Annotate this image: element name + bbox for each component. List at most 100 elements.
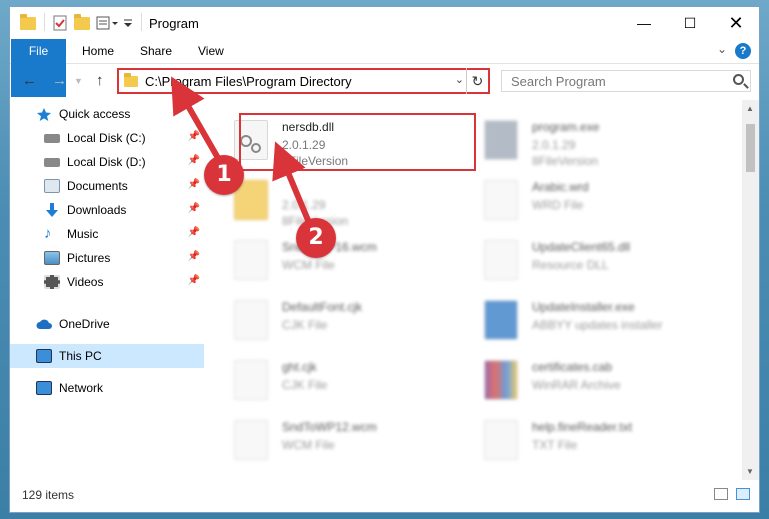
sidebar-item-onedrive[interactable]: OneDrive [10, 312, 204, 336]
file-item[interactable]: ght.cjk CJK File [214, 352, 469, 410]
recent-locations-icon[interactable]: ▼ [74, 76, 83, 86]
up-icon[interactable]: ↑ [96, 72, 104, 89]
pin-icon[interactable]: 📌 [188, 131, 200, 142]
sidebar-item-this-pc[interactable]: This PC [10, 344, 204, 368]
file-name: nersdb.dll [282, 120, 335, 134]
item-count: 129 items [22, 488, 75, 502]
file-item[interactable]: SndToWP16.wcm WCM File [214, 232, 469, 290]
address-bar[interactable]: C:\Program Files\Program Directory ⌄ ↻ [117, 68, 490, 94]
sidebar-item-pictures[interactable]: Pictures 📌 [10, 246, 204, 270]
properties-icon[interactable] [52, 15, 68, 31]
window-title: Program [149, 16, 199, 31]
divider [141, 13, 142, 31]
pin-icon[interactable]: 📌 [188, 251, 200, 262]
sidebar-item-local-disk-c[interactable]: Local Disk (C:) 📌 [10, 126, 204, 150]
quick-access-dropdown-icon[interactable] [122, 15, 134, 31]
file-item[interactable]: UpdateClient65.dll Resource DLL [464, 232, 719, 290]
navigation-pane: Quick access Local Disk (C:) 📌 Local Dis… [10, 100, 206, 480]
search-icon[interactable] [733, 74, 744, 85]
refresh-icon[interactable]: ↻ [466, 68, 488, 94]
file-version: 2.0.1.29 [532, 138, 576, 152]
file-name: help.fineReader.txt [532, 420, 633, 434]
details-view-icon[interactable] [714, 488, 728, 500]
download-icon [44, 203, 60, 217]
file-explorer-window: Program — ☐ ✕ File Home Share View ⌄ ? ←… [9, 6, 760, 513]
file-item[interactable]: program.exe 2.0.1.29 8FileVersion [464, 112, 719, 170]
minimize-button[interactable]: — [621, 7, 667, 39]
new-folder-icon[interactable] [74, 13, 90, 31]
back-icon[interactable]: ← [22, 72, 37, 89]
file-item[interactable]: certificates.cab WinRAR Archive [464, 352, 719, 410]
sidebar-item-label: Local Disk (D:) [67, 155, 146, 169]
sidebar-item-network[interactable]: Network [10, 376, 204, 400]
pictures-icon [44, 251, 60, 265]
pin-icon[interactable]: 📌 [188, 227, 200, 238]
file-item[interactable]: UpdateInstaller.exe ABBYY updates instal… [464, 292, 719, 350]
file-type: WCM File [282, 438, 335, 452]
cloud-icon [36, 317, 52, 331]
file-item[interactable]: Arabic.wrd WRD File [464, 172, 719, 230]
file-item[interactable]: help.fineReader.txt TXT File [464, 412, 719, 470]
tab-view[interactable]: View [188, 39, 234, 64]
file-type: TXT File [532, 438, 578, 452]
step-2-badge: 2 [296, 218, 336, 258]
file-description: 8FileVersion [282, 154, 349, 168]
file-item-nersdb-dll[interactable]: nersdb.dll 2.0.1.29 8FileVersion [214, 112, 469, 170]
sidebar-item-local-disk-d[interactable]: Local Disk (D:) 📌 [10, 150, 204, 174]
scroll-down-icon[interactable]: ▼ [746, 467, 754, 476]
ribbon-tabs: File Home Share View ⌄ ? [10, 39, 759, 97]
archive-icon [484, 360, 518, 400]
file-name: program.exe [532, 120, 600, 134]
network-icon [36, 381, 52, 395]
file-type: Resource DLL [532, 258, 609, 272]
file-item[interactable]: SndToWP12.wcm WCM File [214, 412, 469, 470]
file-list: nersdb.dll 2.0.1.29 8FileVersion 2.0.1.2… [214, 100, 741, 480]
scroll-thumb[interactable] [746, 124, 755, 172]
file-version: 2.0.1.29 [282, 138, 326, 152]
sidebar-item-music[interactable]: ♪ Music 📌 [10, 222, 204, 246]
close-button[interactable]: ✕ [713, 7, 759, 39]
sidebar-item-documents[interactable]: Documents 📌 [10, 174, 204, 198]
status-bar: 129 items [10, 480, 759, 512]
expand-ribbon-icon[interactable]: ⌄ [717, 42, 727, 56]
sidebar-item-quick-access[interactable]: Quick access [10, 102, 204, 126]
pin-icon[interactable]: 📌 [188, 179, 200, 190]
file-name: UpdateInstaller.exe [532, 300, 635, 314]
sidebar-item-label: This PC [59, 349, 102, 363]
pin-icon[interactable]: 📌 [188, 203, 200, 214]
file-type: CJK File [282, 378, 328, 392]
file-type: WCM File [282, 258, 335, 272]
large-icons-view-icon[interactable] [736, 488, 750, 500]
pin-icon[interactable]: 📌 [188, 155, 200, 166]
file-description: 8FileVersion [532, 154, 599, 168]
tab-share[interactable]: Share [130, 39, 182, 64]
file-item[interactable]: 2.0.1.29 8FileVersion [214, 172, 469, 230]
search-input[interactable]: Search Program [501, 70, 751, 92]
forward-icon[interactable]: → [52, 72, 67, 89]
sidebar-item-videos[interactable]: Videos 📌 [10, 270, 204, 294]
scroll-up-icon[interactable]: ▲ [746, 104, 754, 113]
address-dropdown-icon[interactable]: ⌄ [455, 73, 464, 86]
sidebar-item-label: Network [59, 381, 104, 395]
step-1-badge: 1 [204, 155, 244, 195]
file-item[interactable]: DefaultFont.cjk CJK File [214, 292, 469, 350]
vertical-scrollbar[interactable]: ▲ ▼ [742, 100, 759, 480]
address-path: C:\Program Files\Program Directory [145, 73, 352, 89]
tab-home[interactable]: Home [72, 39, 124, 64]
sidebar-item-label: Downloads [67, 203, 127, 217]
help-icon[interactable]: ? [735, 43, 751, 59]
navigation-bar: ← → ▼ ↑ C:\Program Files\Program Directo… [10, 64, 759, 100]
search-placeholder: Search Program [511, 73, 606, 89]
file-name: UpdateClient65.dll [532, 240, 631, 254]
videos-icon [44, 275, 60, 289]
file-version: 2.0.1.29 [282, 198, 326, 212]
pin-icon[interactable]: 📌 [188, 275, 200, 286]
sidebar-item-downloads[interactable]: Downloads 📌 [10, 198, 204, 222]
installer-icon [484, 300, 518, 340]
file-type: WinRAR Archive [532, 378, 621, 392]
customize-toolbar-icon[interactable] [96, 15, 120, 31]
file-name: DefaultFont.cjk [282, 300, 363, 314]
maximize-button[interactable]: ☐ [667, 7, 713, 39]
sidebar-item-label: OneDrive [59, 317, 110, 331]
file-name: SndToWP12.wcm [282, 420, 377, 434]
